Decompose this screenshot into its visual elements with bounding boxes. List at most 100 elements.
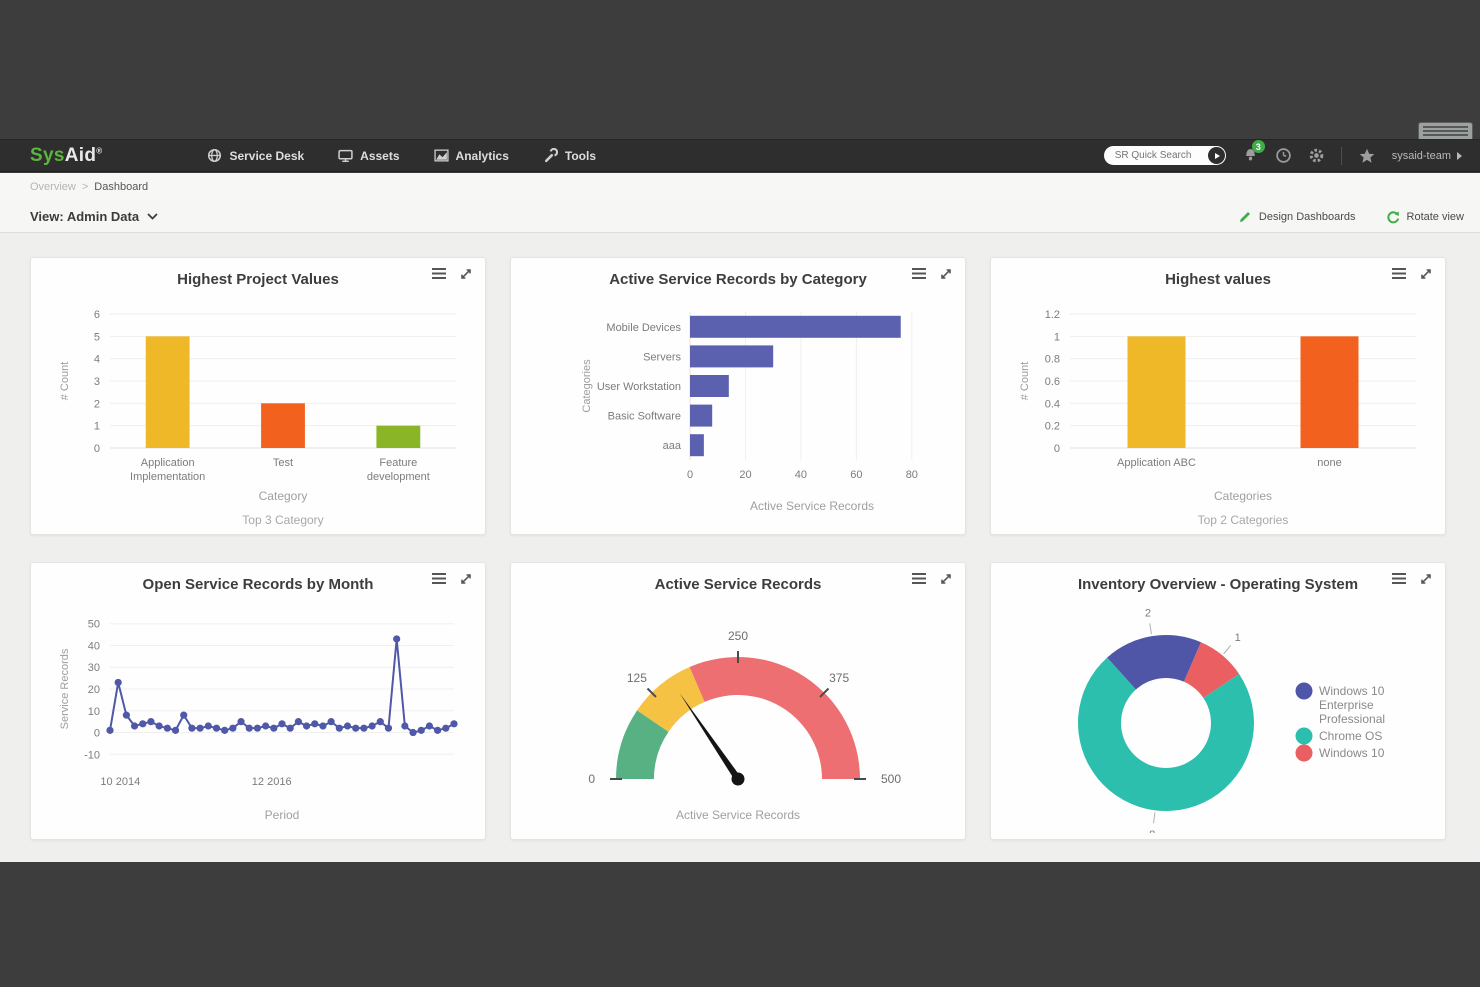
svg-text:Application ABC: Application ABC <box>1117 457 1196 469</box>
svg-text:Categories: Categories <box>581 359 593 413</box>
nav-item-service-desk[interactable]: Service Desk <box>207 148 304 163</box>
svg-text:Top 3 Category: Top 3 Category <box>242 513 323 527</box>
svg-text:Servers: Servers <box>643 351 681 363</box>
svg-text:0: 0 <box>1054 443 1060 455</box>
svg-text:Service Records: Service Records <box>59 648 71 729</box>
view-selector-label: View: Admin Data <box>30 209 139 224</box>
chart-title: Highest Project Values <box>31 258 485 288</box>
view-bar: View: Admin Data Design Dashboards Rotat… <box>0 201 1480 233</box>
chevron-down-icon <box>147 213 158 220</box>
search-submit-button[interactable] <box>1208 147 1225 164</box>
svg-text:none: none <box>1317 457 1341 469</box>
svg-text:0.4: 0.4 <box>1045 398 1060 410</box>
card-inventory-os: Inventory Overview - Operating System 21… <box>990 562 1446 840</box>
hamburger-menu-icon[interactable] <box>1391 572 1407 591</box>
design-dashboards-button[interactable]: Design Dashboards <box>1238 210 1356 224</box>
svg-text:0.2: 0.2 <box>1045 421 1060 433</box>
svg-text:250: 250 <box>728 629 748 643</box>
card-highest-project-values: Highest Project Values 0123456# CountApp… <box>30 257 486 535</box>
chart-title: Open Service Records by Month <box>31 563 485 593</box>
hamburger-menu-icon[interactable] <box>911 572 927 591</box>
nav-divider <box>1341 147 1342 165</box>
expand-icon[interactable] <box>1419 267 1433 286</box>
svg-text:2: 2 <box>94 398 100 410</box>
chart-canvas: 00.20.40.60.811.2# CountApplication ABCn… <box>998 298 1438 528</box>
hamburger-menu-icon[interactable] <box>431 267 447 286</box>
nav-item-label: Assets <box>360 149 399 163</box>
breadcrumb-current: Dashboard <box>94 181 148 193</box>
svg-text:0: 0 <box>588 772 595 786</box>
card-active-sr-gauge: Active Service Records 0125250375500Acti… <box>510 562 966 840</box>
nav-right: 3 sysaid-team <box>1104 146 1462 165</box>
dashboard-content: Highest Project Values 0 1 2 3 4 5 6 # Count App… <box>0 233 1480 862</box>
svg-text:development: development <box>367 471 430 483</box>
nav-item-label: Service Desk <box>229 149 304 163</box>
svg-text:Basic Software: Basic Software <box>608 411 681 423</box>
rotate-view-label: Rotate view <box>1407 211 1464 223</box>
top-nav: SysAid® Service Desk Assets Analytics To… <box>0 139 1480 172</box>
settings-button[interactable] <box>1308 147 1325 164</box>
svg-text:3: 3 <box>94 376 100 388</box>
svg-text:# Count: # Count <box>1019 362 1031 401</box>
card-active-sr-by-category: Active Service Records by Category 02040… <box>510 257 966 535</box>
expand-icon[interactable] <box>459 267 473 286</box>
screen: { "nav": { "brand_sys": "Sys", "brand_ai… <box>0 0 1480 987</box>
svg-text:Active Service Records: Active Service Records <box>750 499 874 513</box>
breadcrumb: Overview > Dashboard <box>0 173 1480 201</box>
svg-text:60: 60 <box>850 469 862 481</box>
svg-text:50: 50 <box>88 619 100 631</box>
svg-text:1.2: 1.2 <box>1045 309 1060 321</box>
svg-text:20: 20 <box>88 684 100 696</box>
user-menu[interactable]: sysaid-team <box>1392 150 1462 162</box>
user-label: sysaid-team <box>1392 150 1451 162</box>
design-dashboards-label: Design Dashboards <box>1259 211 1356 223</box>
svg-text:6: 6 <box>94 309 100 321</box>
svg-text:Enterprise: Enterprise <box>1319 698 1374 712</box>
expand-icon[interactable] <box>1419 572 1433 591</box>
analytics-icon <box>434 148 449 163</box>
nav-item-tools[interactable]: Tools <box>543 148 596 163</box>
notifications-button[interactable]: 3 <box>1242 147 1259 164</box>
pencil-icon <box>1238 210 1252 224</box>
svg-text:Test: Test <box>273 457 293 469</box>
card-highest-values: Highest values 00.20.40.60.811.2# CountA… <box>990 257 1446 535</box>
chart-title: Inventory Overview - Operating System <box>991 563 1445 593</box>
favorites-button[interactable] <box>1358 147 1376 165</box>
breadcrumb-overview[interactable]: Overview <box>30 181 76 193</box>
wrench-icon <box>543 148 558 163</box>
history-button[interactable] <box>1275 147 1292 164</box>
svg-text:80: 80 <box>906 469 918 481</box>
hamburger-menu-icon[interactable] <box>431 572 447 591</box>
svg-text:Chrome OS: Chrome OS <box>1319 729 1382 743</box>
expand-icon[interactable] <box>459 572 473 591</box>
svg-text:Windows 10: Windows 10 <box>1319 684 1385 698</box>
chart-canvas: 0125250375500Active Service Records <box>518 603 958 833</box>
rotate-view-button[interactable]: Rotate view <box>1386 210 1464 224</box>
nav-item-analytics[interactable]: Analytics <box>434 148 509 163</box>
svg-text:Feature: Feature <box>379 457 417 469</box>
svg-text:40: 40 <box>88 640 100 652</box>
chart-title: Active Service Records by Category <box>511 258 965 288</box>
svg-text:1: 1 <box>94 421 100 433</box>
search-input[interactable] <box>1115 150 1207 161</box>
svg-text:4: 4 <box>94 354 100 366</box>
svg-text:125: 125 <box>627 671 647 685</box>
svg-text:1: 1 <box>1054 331 1060 343</box>
expand-icon[interactable] <box>939 267 953 286</box>
svg-text:Active Service Records: Active Service Records <box>676 808 800 822</box>
chart-title: Active Service Records <box>511 563 965 593</box>
chart-title: Highest values <box>991 258 1445 288</box>
svg-text:Professional: Professional <box>1319 712 1385 726</box>
view-actions: Design Dashboards Rotate view <box>1238 210 1464 224</box>
nav-item-assets[interactable]: Assets <box>338 148 399 163</box>
expand-icon[interactable] <box>939 572 953 591</box>
svg-text:aaa: aaa <box>663 440 682 452</box>
svg-text:8: 8 <box>1149 829 1155 833</box>
hamburger-menu-icon[interactable] <box>1391 267 1407 286</box>
nav-item-label: Tools <box>565 149 596 163</box>
notification-badge: 3 <box>1252 140 1265 153</box>
hamburger-menu-icon[interactable] <box>911 267 927 286</box>
view-selector[interactable]: View: Admin Data <box>30 209 158 224</box>
chart-canvas: 020406080Mobile DevicesServersUser Works… <box>518 298 958 528</box>
svg-text:5: 5 <box>94 331 100 343</box>
